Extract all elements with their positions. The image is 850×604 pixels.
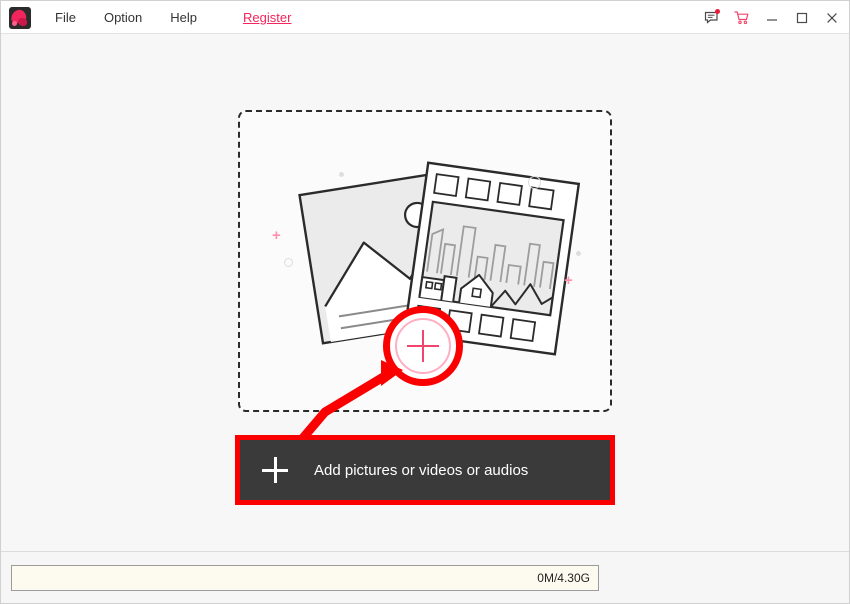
add-media-button-label: Add pictures or videos or audios <box>314 461 529 479</box>
close-button[interactable] <box>817 1 847 34</box>
maximize-icon <box>796 12 808 23</box>
capacity-text: 0M/4.30G <box>537 571 590 585</box>
add-plus-circle-icon[interactable] <box>383 306 463 386</box>
status-bar: 0M/4.30G DVD (4.7G) Burn <box>1 551 849 603</box>
menu-item-option[interactable]: Option <box>90 1 156 34</box>
main-content-area: + + Add pictures or videos or audios <box>1 34 849 551</box>
feedback-button[interactable] <box>697 1 727 34</box>
maximize-button[interactable] <box>787 1 817 34</box>
logo-shape-accent <box>12 21 17 26</box>
menu-item-help[interactable]: Help <box>156 1 211 34</box>
menu-bar: File Option Help Register <box>41 1 305 34</box>
window-controls <box>697 1 847 34</box>
app-logo-icon <box>9 7 31 29</box>
logo-shape-secondary <box>18 18 27 26</box>
application-window: File Option Help Register + + Add pictur… <box>0 0 850 604</box>
capacity-progress-bar: 0M/4.30G <box>11 565 599 591</box>
cart-button[interactable] <box>727 1 757 34</box>
plus-icon <box>403 326 443 366</box>
plus-icon <box>262 457 288 483</box>
close-icon <box>827 12 837 23</box>
minimize-icon <box>767 18 777 21</box>
register-link[interactable]: Register <box>229 1 305 34</box>
title-bar: File Option Help Register <box>1 1 849 34</box>
minimize-button[interactable] <box>757 1 787 34</box>
add-media-button-annotation: Add pictures or videos or audios <box>235 435 615 505</box>
shopping-cart-icon <box>734 10 749 24</box>
add-media-button[interactable]: Add pictures or videos or audios <box>240 440 610 500</box>
menu-item-file[interactable]: File <box>41 1 90 34</box>
notification-dot <box>715 9 720 14</box>
